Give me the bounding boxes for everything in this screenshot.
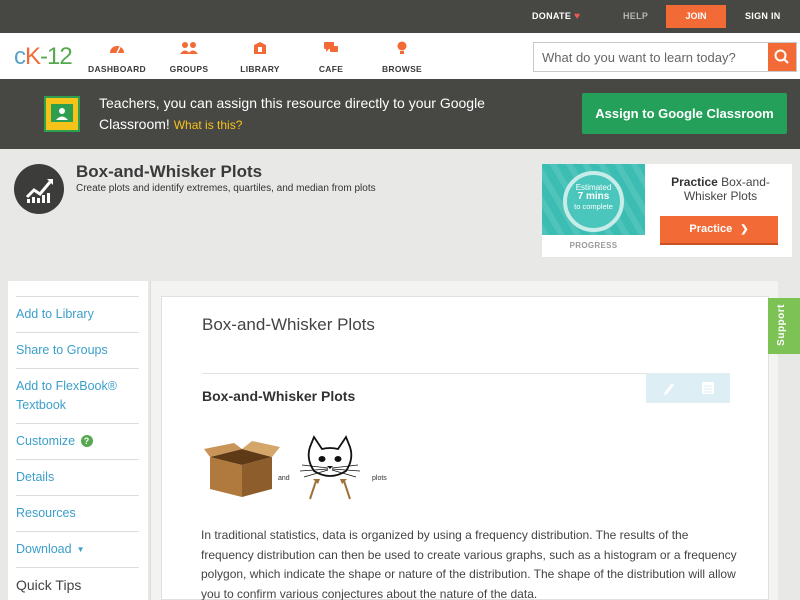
donate-label: DONATE — [532, 11, 572, 21]
content-toolbar — [646, 373, 730, 403]
banner-message: Teachers, you can assign this resource d… — [99, 95, 485, 132]
google-classroom-icon — [44, 96, 80, 132]
main-nav: cK-12 DASHBOARD GROUPS LIBRARY CAFE BROW… — [0, 33, 800, 79]
plot-icon — [14, 164, 64, 214]
resource-title: Box-and-Whisker Plots — [76, 162, 263, 181]
quick-tips-heading[interactable]: Quick Tips — [16, 577, 81, 593]
sidebar: Add to Library Share to Groups Add to Fl… — [8, 281, 148, 600]
body-paragraph: In traditional statistics, data is organ… — [201, 528, 737, 600]
top-bar: DONATE ♥ HELP JOIN SIGN IN — [0, 0, 800, 33]
search-icon — [774, 49, 789, 64]
nav-item-dashboard[interactable]: DASHBOARD — [79, 41, 155, 77]
nav-item-cafe[interactable]: CAFE — [293, 41, 369, 77]
help-icon[interactable]: ? — [80, 435, 93, 447]
chevron-right-icon: ❯ — [740, 224, 749, 235]
groups-icon — [180, 42, 198, 54]
banner-text: Teachers, you can assign this resource d… — [99, 93, 519, 136]
page-title: Box-and-Whisker Plots — [202, 315, 375, 334]
sidebar-item-share-to-groups[interactable]: Share to Groups — [16, 332, 139, 368]
nav-item-groups[interactable]: GROUPS — [151, 41, 227, 77]
practice-title: Practice Box-and-Whisker Plots — [671, 175, 770, 203]
estimated-time-circle: Estimated 7 mins to complete — [563, 171, 624, 232]
cat-whiskers-icon — [299, 435, 361, 500]
heart-icon: ♥ — [574, 11, 581, 22]
nav-label: DASHBOARD — [88, 64, 146, 74]
nav-label: GROUPS — [169, 64, 209, 74]
donate-link[interactable]: DONATE ♥ — [532, 11, 580, 22]
dashboard-icon — [110, 46, 124, 54]
sidebar-item-resources[interactable]: Resources — [16, 495, 139, 531]
nav-label: LIBRARY — [240, 64, 280, 74]
resource-description: Create plots and identify extremes, quar… — [76, 183, 376, 194]
sidebar-item-download[interactable]: Download ▼ — [16, 531, 139, 567]
assign-to-google-classroom-button[interactable]: Assign to Google Classroom — [582, 93, 787, 134]
support-tab[interactable]: Support — [768, 298, 800, 354]
sidebar-item-add-to-library[interactable]: Add to Library — [16, 296, 139, 332]
section-title: Box-and-Whisker Plots — [202, 388, 356, 404]
ck12-logo[interactable]: cK-12 — [14, 43, 73, 71]
cafe-icon — [324, 42, 338, 52]
sidebar-item-details[interactable]: Details — [16, 459, 139, 495]
search-input[interactable] — [534, 43, 768, 71]
box-and-whisker-illustration: and plots — [204, 435, 387, 500]
support-label: Support — [776, 304, 787, 346]
and-label: and — [278, 475, 290, 482]
teacher-banner: Teachers, you can assign this resource d… — [0, 79, 800, 149]
practice-card: Estimated 7 mins to complete PROGRESS Pr… — [542, 164, 792, 257]
help-link[interactable]: HELP — [623, 11, 648, 21]
progress-badge: Estimated 7 mins to complete — [542, 164, 645, 235]
search-box — [533, 42, 797, 72]
plots-label: plots — [372, 475, 387, 482]
cardboard-box-icon — [204, 441, 280, 497]
practice-button[interactable]: Practice ❯ — [660, 216, 778, 245]
what-is-this-link[interactable]: What is this? — [174, 118, 243, 132]
library-icon — [254, 42, 266, 54]
nav-item-browse[interactable]: BROWSE — [364, 41, 440, 77]
browse-icon — [397, 41, 407, 54]
caret-down-icon: ▼ — [76, 545, 85, 554]
nav-label: CAFE — [318, 64, 344, 74]
pencil-icon[interactable] — [662, 381, 676, 395]
notes-icon[interactable] — [701, 381, 715, 395]
progress-label: PROGRESS — [569, 241, 618, 250]
sidebar-divider — [16, 567, 139, 568]
sidebar-item-customize[interactable]: Customize ? — [16, 423, 139, 459]
sign-in-link[interactable]: SIGN IN — [745, 11, 781, 21]
sidebar-item-add-to-flexbook[interactable]: Add to FlexBook® Textbook — [16, 368, 139, 423]
resource-header: Box-and-Whisker Plots Create plots and i… — [0, 149, 800, 281]
nav-item-library[interactable]: LIBRARY — [222, 41, 298, 77]
join-button[interactable]: JOIN — [666, 5, 726, 28]
search-button[interactable] — [768, 43, 796, 71]
nav-label: BROWSE — [381, 64, 423, 74]
